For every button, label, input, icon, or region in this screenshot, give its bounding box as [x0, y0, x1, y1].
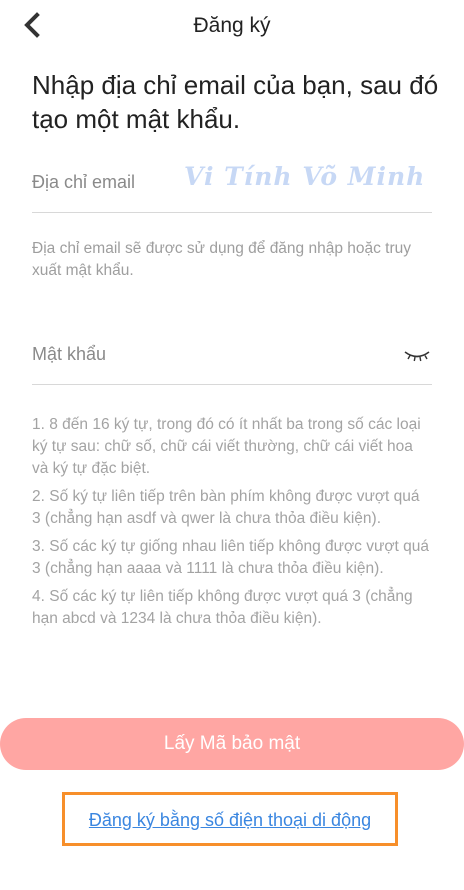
password-rule: 1. 8 đến 16 ký tự, trong đó có ít nhất b…: [32, 416, 421, 477]
password-rule: 4. Số các ký tự liên tiếp không được vượ…: [32, 588, 413, 627]
highlight-box: Đăng ký bằng số điện thoại di động: [62, 792, 398, 846]
password-visibility-toggle[interactable]: [402, 344, 432, 364]
password-field: [32, 342, 432, 386]
email-underline: [32, 212, 432, 213]
password-rule: 2. Số ký tự liên tiếp trên bàn phím khôn…: [32, 488, 420, 527]
app-header: Đăng ký: [0, 0, 464, 56]
page-title: Đăng ký: [193, 14, 271, 37]
phone-signup-link[interactable]: Đăng ký bằng số điện thoại di động: [65, 810, 395, 831]
watermark: Vi Tính Võ Minh: [184, 162, 426, 191]
email-help-text: Địa chỉ email sẽ được sử dụng để đăng nh…: [32, 240, 412, 279]
password-rule: 3. Số các ký tự giống nhau liên tiếp khô…: [32, 538, 429, 577]
closed-eye-icon: [404, 351, 430, 362]
instruction-heading: Nhập địa chỉ email của bạn, sau đó tạo m…: [32, 70, 439, 134]
password-rules: 1. 8 đến 16 ký tự, trong đó có ít nhất b…: [32, 414, 432, 636]
get-security-code-button[interactable]: Lấy Mã bảo mật: [0, 718, 464, 770]
password-underline: [32, 384, 432, 385]
password-input[interactable]: [32, 344, 362, 365]
